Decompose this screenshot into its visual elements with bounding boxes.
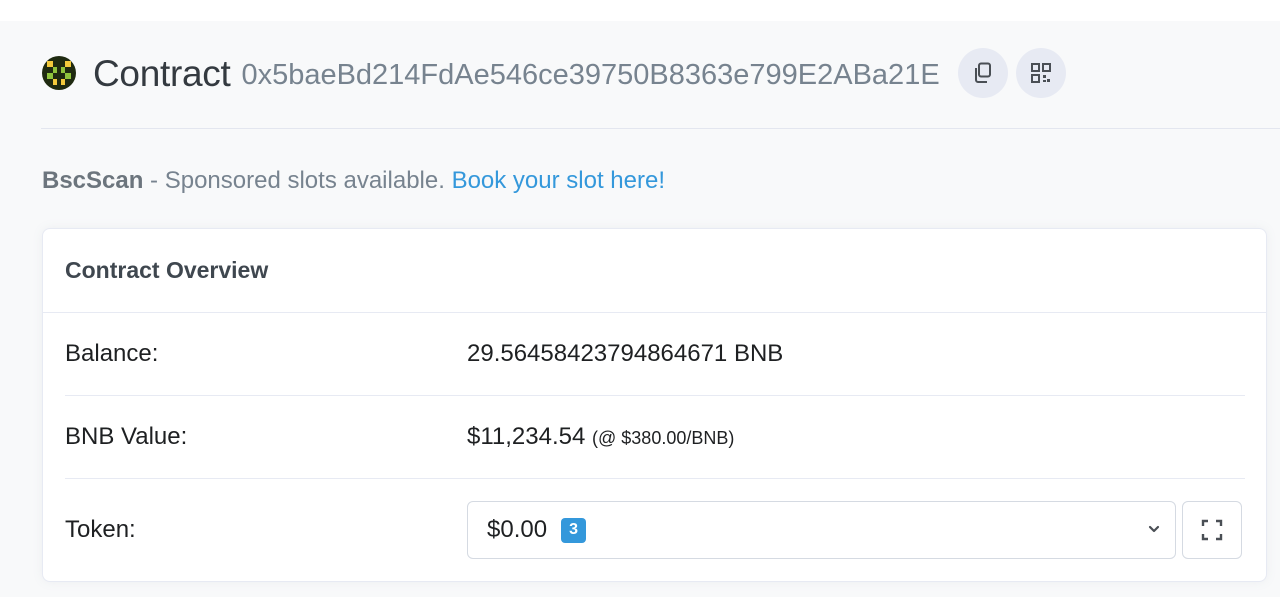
token-count-badge: 3	[561, 517, 587, 543]
token-label: Token:	[65, 516, 136, 543]
bnb-rate: (@ $380.00/BNB)	[592, 428, 735, 448]
page-title: Contract	[93, 52, 231, 94]
bnb-value-amount: $11,234.54	[467, 423, 586, 450]
contract-avatar-icon	[41, 55, 77, 91]
card-header: Contract Overview	[43, 229, 1266, 313]
token-holdings-dropdown[interactable]: $0.00 3	[467, 501, 1176, 559]
bnb-value-label: BNB Value:	[65, 423, 188, 450]
copy-address-button[interactable]	[957, 48, 1008, 98]
chevron-down-icon	[1148, 525, 1160, 533]
row-divider	[65, 478, 1245, 479]
balance-label: Balance:	[65, 340, 159, 367]
qr-code-button[interactable]	[1015, 48, 1066, 98]
qr-code-icon	[1030, 63, 1051, 83]
expand-icon	[1201, 519, 1223, 541]
row-divider	[65, 395, 1245, 396]
top-strip	[0, 0, 1280, 21]
page-header: Contract 0x5baeBd214FdAe546ce39750B8363e…	[41, 44, 1074, 102]
sponsor-banner: BscScan - Sponsored slots available. Boo…	[42, 167, 665, 196]
token-value: $0.00	[487, 516, 548, 543]
balance-value: 29.56458423794864671 BNB	[467, 340, 784, 367]
sponsor-brand: BscScan	[42, 167, 144, 194]
bnb-value: $11,234.54 (@ $380.00/BNB)	[467, 423, 734, 451]
sponsor-text: - Sponsored slots available.	[143, 167, 452, 194]
card-title: Contract Overview	[65, 257, 269, 283]
contract-overview-card: Contract Overview Balance: 29.5645842379…	[42, 228, 1267, 582]
header-divider	[41, 128, 1280, 129]
copy-icon	[974, 62, 991, 83]
contract-address[interactable]: 0x5baeBd214FdAe546ce39750B8363e799E2ABa2…	[241, 60, 939, 90]
expand-button[interactable]	[1182, 501, 1242, 559]
book-slot-link[interactable]: Book your slot here!	[452, 167, 665, 194]
